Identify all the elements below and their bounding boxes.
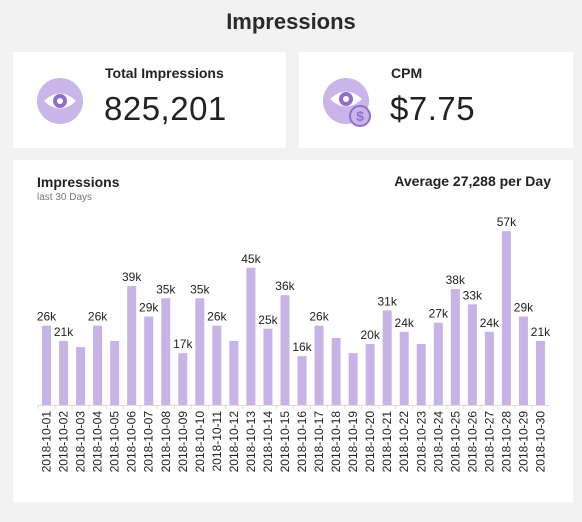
x-tick-label: 2018-10-08 [159,411,173,473]
bar-2018-10-07 [144,316,154,405]
bar-2018-10-11 [212,325,222,405]
bar-2018-10-04 [93,325,103,405]
cpm-card: $ CPM $7.75 [299,52,573,148]
x-tick-label: 2018-10-02 [57,411,71,473]
bar-value-label: 16k [292,340,312,354]
x-tick-label: 2018-10-09 [176,411,190,473]
bar-value-label: 39k [122,270,142,284]
bar-value-label: 45k [241,252,261,266]
bar-value-label: 38k [446,273,466,287]
x-tick-label: 2018-10-18 [329,411,343,473]
total-impressions-card: Total Impressions 825,201 [13,52,286,148]
x-tick-label: 2018-10-25 [448,411,462,473]
x-tick-label: 2018-10-28 [499,411,513,473]
x-tick-label: 2018-10-24 [431,411,445,473]
bar-2018-10-09 [178,353,188,405]
x-tick-label: 2018-10-05 [108,411,122,473]
bar-2018-10-15 [280,295,290,405]
x-tick-label: 2018-10-23 [414,411,428,473]
bar-2018-10-05 [110,340,120,405]
bar-2018-10-29 [518,316,528,405]
bar-value-label: 35k [156,282,176,296]
bar-value-label: 26k [88,310,108,324]
x-tick-label: 2018-10-30 [533,411,547,473]
bar-value-label: 21k [54,325,74,339]
bar-value-label: 35k [190,282,210,296]
bar-value-label: 26k [37,310,57,324]
eye-icon [37,78,83,124]
bar-2018-10-01 [42,325,52,405]
bar-value-label: 17k [173,337,193,351]
x-tick-label: 2018-10-27 [482,411,496,473]
bar-value-label: 33k [463,288,483,302]
x-tick-label: 2018-10-20 [363,411,377,473]
bar-2018-10-19 [348,353,358,405]
bar-value-label: 27k [429,307,449,321]
impressions-chart-card: Impressions last 30 Days Average 27,288 … [13,160,573,502]
x-tick-label: 2018-10-19 [346,411,360,473]
bar-value-label: 31k [378,294,398,308]
x-tick-label: 2018-10-11 [210,411,224,472]
bar-value-label: 29k [139,301,159,315]
bar-2018-10-16 [297,356,307,405]
x-tick-label: 2018-10-26 [465,411,479,473]
x-tick-label: 2018-10-04 [91,411,105,473]
x-tick-label: 2018-10-17 [312,411,326,473]
x-tick-label: 2018-10-16 [295,411,309,473]
x-tick-label: 2018-10-22 [397,411,411,473]
impressions-bar-chart: 26k2018-10-0121k2018-10-02 2018-10-0326k2… [37,215,551,473]
bar-value-label: 26k [309,310,329,324]
bar-value-label: 29k [514,301,534,315]
x-tick-label: 2018-10-14 [261,411,275,473]
bar-value-label: 24k [480,316,500,330]
x-tick-label: 2018-10-13 [244,411,258,473]
x-tick-label: 2018-10-29 [516,411,530,473]
bar-2018-10-30 [535,340,545,405]
bar-2018-10-27 [484,331,494,405]
bar-2018-10-18 [331,337,341,405]
bar-value-label: 20k [360,328,380,342]
bar-2018-10-03 [76,347,86,405]
bar-value-label: 36k [275,279,295,293]
bar-2018-10-13 [246,267,256,405]
bar-2018-10-21 [382,310,392,405]
bar-value-label: 24k [395,316,415,330]
cpm-value: $7.75 [390,90,476,127]
x-tick-label: 2018-10-12 [227,411,241,473]
bar-2018-10-26 [467,304,477,405]
bar-value-label: 25k [258,313,278,327]
bar-2018-10-23 [416,344,426,405]
bar-2018-10-12 [229,340,239,405]
total-impressions-label: Total Impressions [105,65,224,81]
bar-value-label: 57k [497,215,517,229]
bar-2018-10-22 [399,331,409,405]
page-title: Impressions [226,9,356,34]
svg-text:$: $ [356,108,364,124]
bar-2018-10-25 [450,289,460,405]
eye-dollar-icon: $ [323,78,371,127]
bar-2018-10-24 [433,322,443,405]
bar-value-label: 21k [531,325,551,339]
x-tick-label: 2018-10-01 [40,411,54,473]
total-impressions-value: 825,201 [104,90,227,127]
x-tick-label: 2018-10-10 [193,411,207,473]
bar-2018-10-28 [501,231,511,405]
bar-2018-10-20 [365,344,375,405]
cpm-label: CPM [391,65,423,81]
bar-2018-10-10 [195,298,205,405]
x-tick-label: 2018-10-15 [278,411,292,473]
bar-2018-10-06 [127,286,137,405]
bar-2018-10-17 [314,325,324,405]
bar-2018-10-14 [263,328,273,405]
bar-value-label: 26k [207,310,227,324]
x-tick-label: 2018-10-21 [380,411,394,473]
x-tick-label: 2018-10-06 [125,411,139,473]
x-tick-label: 2018-10-03 [74,411,88,473]
bar-2018-10-08 [161,298,171,405]
x-tick-label: 2018-10-07 [142,411,156,473]
bar-2018-10-02 [59,340,69,405]
